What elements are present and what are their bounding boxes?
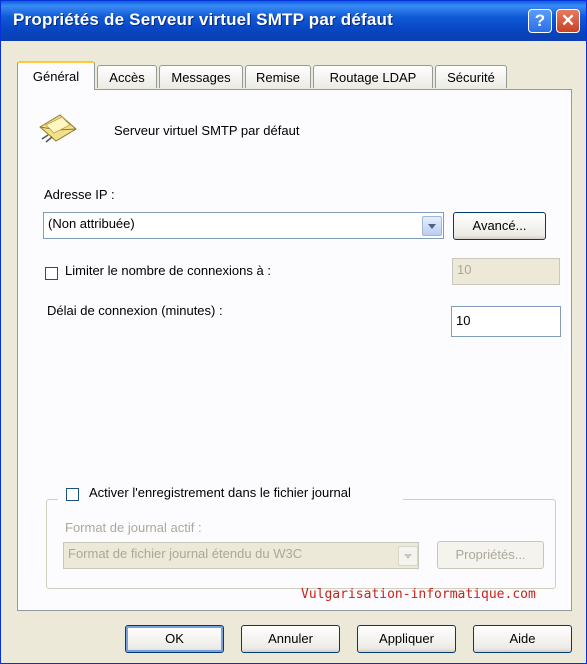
advanced-button[interactable]: Avancé... [453, 212, 546, 240]
ip-dropdown-button[interactable] [422, 216, 442, 236]
limit-connections-label: Limiter le nombre de connexions à : [65, 263, 271, 278]
tab-access[interactable]: Accès [97, 65, 157, 88]
enable-logging-checkbox[interactable] [66, 488, 79, 501]
chevron-down-icon [404, 554, 412, 559]
ip-address-label: Adresse IP : [44, 187, 115, 202]
enable-logging-label: Activer l'enregistrement dans le fichier… [89, 485, 351, 500]
log-format-label: Format de journal actif : [65, 520, 202, 535]
cancel-button[interactable]: Annuler [241, 625, 340, 653]
tab-general[interactable]: Général [17, 61, 95, 90]
help-button[interactable]: ? [528, 9, 552, 33]
limit-connections-checkbox[interactable] [45, 267, 58, 280]
properties-dialog: Propriétés de Serveur virtuel SMTP par d… [0, 0, 587, 664]
ip-address-combo[interactable]: (Non attribuée) [43, 212, 444, 239]
help-footer-button[interactable]: Aide [473, 625, 572, 653]
close-button[interactable]: ✕ [556, 9, 580, 33]
tab-ldap-routing[interactable]: Routage LDAP [313, 65, 433, 88]
title-bar[interactable]: Propriétés de Serveur virtuel SMTP par d… [1, 1, 586, 41]
server-name-label: Serveur virtuel SMTP par défaut [114, 123, 300, 138]
watermark-text: Vulgarisation-informatique.com [301, 587, 536, 602]
tab-delivery[interactable]: Remise [245, 65, 311, 88]
chevron-down-icon [428, 224, 436, 229]
log-format-dropdown-button[interactable] [398, 546, 418, 566]
tab-messages[interactable]: Messages [159, 65, 243, 88]
timeout-input[interactable]: 10 [451, 306, 561, 337]
timeout-label: Délai de connexion (minutes) : [47, 303, 223, 318]
apply-button[interactable]: Appliquer [357, 625, 456, 653]
limit-connections-input[interactable]: 10 [452, 258, 560, 285]
log-properties-button[interactable]: Propriétés... [437, 541, 544, 569]
log-format-combo[interactable]: Format de fichier journal étendu du W3C [63, 542, 419, 569]
mail-envelope-icon [39, 114, 77, 143]
window-title: Propriétés de Serveur virtuel SMTP par d… [13, 10, 393, 29]
tab-security[interactable]: Sécurité [435, 65, 507, 88]
ok-button[interactable]: OK [125, 625, 224, 653]
